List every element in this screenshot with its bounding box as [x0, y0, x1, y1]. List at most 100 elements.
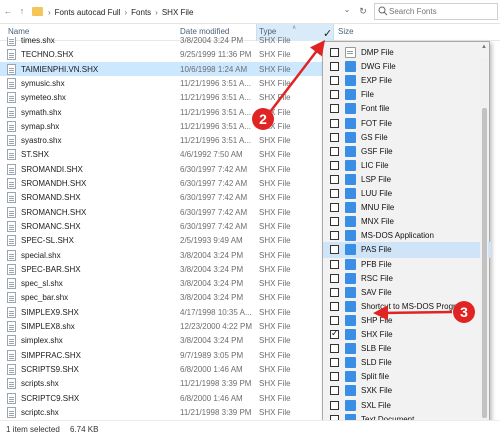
file-icon: [7, 363, 16, 375]
breadcrumb-item[interactable]: SHX File: [162, 8, 194, 17]
option-label: File: [361, 90, 374, 100]
option-checkbox[interactable]: [330, 203, 339, 213]
file-type: SHX File: [259, 78, 291, 88]
option-checkbox[interactable]: [330, 132, 339, 142]
file-row[interactable]: SROMANC.SHX 6/30/1997 7:42 AM SHX File: [0, 219, 330, 233]
file-row[interactable]: spec_bar.shx 3/8/2004 3:24 PM SHX File: [0, 290, 330, 304]
column-name[interactable]: Name: [8, 27, 29, 36]
file-row[interactable]: symeteo.shx 11/21/1996 3:51 A... SHX File: [0, 90, 330, 104]
option-checkbox[interactable]: [330, 90, 339, 100]
file-row[interactable]: SIMPLEX9.SHX 4/17/1998 10:35 A... SHX File: [0, 305, 330, 319]
option-checkbox[interactable]: [330, 301, 339, 311]
file-date: 9/25/1999 11:36 PM: [180, 50, 252, 60]
option-checkbox[interactable]: [330, 217, 339, 227]
search-input[interactable]: [389, 5, 495, 18]
option-checkbox[interactable]: [330, 400, 339, 410]
file-row[interactable]: times.shx 3/8/2004 3:24 PM SHX File: [0, 37, 330, 47]
file-row[interactable]: SIMPFRAC.SHX 9/7/1989 3:05 PM SHX File: [0, 348, 330, 362]
file-name: SCRIPTS9.SHX: [21, 364, 79, 374]
option-checkbox[interactable]: [330, 259, 339, 269]
file-icon: [7, 63, 16, 75]
step-3-badge: 3: [453, 301, 475, 323]
column-date-modified[interactable]: Date modified: [180, 27, 229, 36]
file-type: SHX File: [259, 307, 291, 317]
file-date: 11/21/1996 3:51 A...: [180, 78, 252, 88]
breadcrumb-item[interactable]: Fonts: [131, 8, 151, 17]
file-row[interactable]: spec_sl.shx 3/8/2004 3:24 PM SHX File: [0, 276, 330, 290]
file-row[interactable]: special.shx 3/8/2004 3:24 PM SHX File: [0, 248, 330, 262]
file-row[interactable]: TAIMIENPHI.VN.SHX 10/6/1998 1:24 AM SHX Fi…: [0, 61, 330, 76]
file-row[interactable]: SROMAND.SHX 6/30/1997 7:42 AM SHX File: [0, 190, 330, 204]
file-row[interactable]: symusic.shx 11/21/1996 3:51 A... SHX File: [0, 76, 330, 90]
option-checkbox[interactable]: [330, 160, 339, 170]
option-checkbox[interactable]: [330, 344, 339, 354]
file-name: syastro.shx: [21, 136, 62, 146]
file-date: 6/30/1997 7:42 AM: [180, 164, 248, 174]
search-box[interactable]: [374, 3, 498, 20]
option-label: LIC File: [361, 160, 389, 170]
column-type[interactable]: Type: [259, 27, 276, 36]
address-dropdown-icon[interactable]: ⌄: [342, 5, 352, 17]
file-date: 6/30/1997 7:42 AM: [180, 179, 248, 188]
file-type-icon: [345, 202, 356, 214]
up-icon[interactable]: ↑: [17, 5, 27, 17]
back-icon[interactable]: ←: [3, 5, 13, 17]
option-checkbox[interactable]: [330, 104, 339, 114]
option-label: MNU File: [361, 203, 395, 213]
file-icon: [7, 120, 16, 132]
file-row[interactable]: scripts.shx 11/21/1998 3:39 PM SHX File: [0, 376, 330, 390]
file-row[interactable]: symap.shx 11/21/1996 3:51 A... SHX File: [0, 119, 330, 133]
file-row[interactable]: symath.shx 11/21/1996 3:51 A... SHX File: [0, 105, 330, 119]
step-2-badge: 2: [252, 108, 274, 130]
option-checkbox[interactable]: [330, 62, 339, 72]
option-checkbox[interactable]: [330, 146, 339, 156]
option-checkbox[interactable]: [330, 231, 339, 241]
file-name: SIMPLEX9.SHX: [21, 307, 79, 317]
column-size[interactable]: Size: [338, 27, 354, 36]
file-icon: [7, 178, 16, 189]
file-row[interactable]: SCRIPTC9.SHX 6/8/2000 1:46 AM SHX File: [0, 391, 330, 405]
file-row[interactable]: SPEC-SL.SHX 2/5/1993 9:49 AM SHX File: [0, 233, 330, 247]
option-checkbox[interactable]: [330, 245, 339, 255]
file-type: SHX File: [259, 50, 291, 60]
file-date: 3/8/2004 3:24 PM: [180, 37, 244, 45]
option-checkbox[interactable]: [330, 189, 339, 198]
file-date: 4/17/1998 10:35 A...: [180, 307, 252, 317]
file-row[interactable]: SROMANDH.SHX 6/30/1997 7:42 AM SHX File: [0, 176, 330, 190]
file-row[interactable]: scriptc.shx 11/21/1998 3:39 PM SHX File: [0, 405, 330, 419]
option-checkbox[interactable]: [330, 118, 339, 128]
scroll-up-icon[interactable]: ▲: [480, 44, 488, 54]
file-row[interactable]: simplex.shx 3/8/2004 3:24 PM SHX File: [0, 333, 330, 347]
option-checkbox[interactable]: [330, 76, 339, 86]
file-row[interactable]: SCRIPTS9.SHX 6/8/2000 1:46 AM SHX File: [0, 362, 330, 376]
file-row[interactable]: SROMANDI.SHX 6/30/1997 7:42 AM SHX File: [0, 162, 330, 176]
file-row[interactable]: SROMANCH.SHX 6/30/1997 7:42 AM SHX File: [0, 205, 330, 219]
file-date: 6/8/2000 1:46 AM: [180, 364, 243, 374]
option-checkbox[interactable]: [330, 174, 339, 184]
option-checkbox[interactable]: [330, 287, 339, 297]
dropdown-scroll-thumb[interactable]: [482, 108, 487, 418]
option-checkbox[interactable]: [330, 315, 339, 325]
option-checkbox[interactable]: [330, 386, 339, 396]
file-name: symeteo.shx: [21, 93, 66, 103]
option-checkbox[interactable]: [330, 372, 339, 382]
option-checkbox[interactable]: [330, 273, 339, 283]
file-row[interactable]: SPEC-BAR.SHX 3/8/2004 3:24 PM SHX File: [0, 262, 330, 276]
file-date: 6/30/1997 7:42 AM: [180, 193, 248, 203]
option-label: SLD File: [361, 358, 392, 368]
refresh-icon[interactable]: ↻: [357, 5, 369, 17]
file-row[interactable]: ST.SHX 4/6/1992 7:50 AM SHX File: [0, 147, 330, 161]
file-row[interactable]: SIMPLEX8.shx 12/23/2000 4:22 PM SHX File: [0, 319, 330, 333]
file-row[interactable]: syastro.shx 11/21/1996 3:51 A... SHX File: [0, 133, 330, 147]
option-label: Font file: [361, 104, 390, 114]
selection-count: 1 item selected: [6, 425, 60, 434]
option-checkbox[interactable]: [330, 328, 339, 339]
file-icon: [7, 163, 16, 175]
option-checkbox[interactable]: [330, 48, 339, 57]
file-type: SHX File: [259, 193, 291, 203]
file-row[interactable]: TECHNO.SHX 9/25/1999 11:36 PM SHX File: [0, 47, 330, 61]
breadcrumb-item[interactable]: Fonts autocad Full: [55, 8, 121, 17]
file-type: SHX File: [259, 279, 291, 289]
option-checkbox[interactable]: [330, 358, 339, 368]
selection-size: 6.74 KB: [70, 425, 99, 434]
